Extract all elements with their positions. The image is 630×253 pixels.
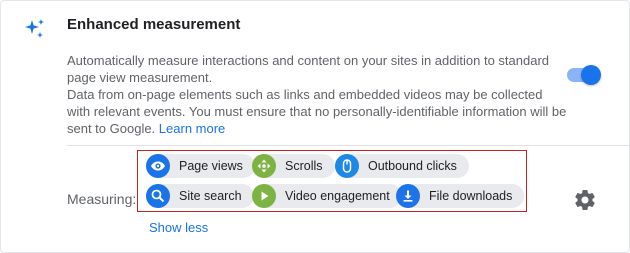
gear-icon[interactable] — [573, 188, 597, 212]
chip-label: Video engagement — [285, 189, 390, 203]
chip-page-views: Page views — [146, 154, 255, 178]
eye-icon — [146, 154, 170, 178]
enhanced-measurement-card: Enhanced measurement Automatically measu… — [0, 0, 630, 253]
toggle-thumb — [581, 65, 601, 85]
chip-site-search: Site search — [146, 184, 254, 208]
show-less-link[interactable]: Show less — [149, 220, 208, 235]
divider — [67, 145, 630, 146]
chip-file-downloads: File downloads — [396, 184, 525, 208]
chip-label: Page views — [179, 159, 243, 173]
play-icon — [252, 184, 276, 208]
measuring-label: Measuring: — [67, 191, 137, 207]
section-description: Automatically measure interactions and c… — [67, 52, 567, 137]
mouse-icon — [335, 154, 359, 178]
chip-label: Scrolls — [285, 159, 323, 173]
enhanced-measurement-toggle[interactable] — [567, 64, 601, 86]
description-line-2: Data from on-page elements such as links… — [67, 87, 567, 136]
chip-label: Site search — [179, 189, 242, 203]
learn-more-link[interactable]: Learn more — [159, 121, 225, 136]
download-icon — [396, 184, 420, 208]
scroll-arrows-icon — [252, 154, 276, 178]
chip-video-engagement: Video engagement — [252, 184, 402, 208]
chip-label: File downloads — [429, 189, 513, 203]
chip-scrolls: Scrolls — [252, 154, 335, 178]
chip-outbound-clicks: Outbound clicks — [335, 154, 469, 178]
chip-label: Outbound clicks — [368, 159, 457, 173]
sparkle-icon — [25, 19, 44, 38]
section-title: Enhanced measurement — [67, 16, 241, 33]
search-icon — [146, 184, 170, 208]
description-line-1: Automatically measure interactions and c… — [67, 53, 549, 85]
